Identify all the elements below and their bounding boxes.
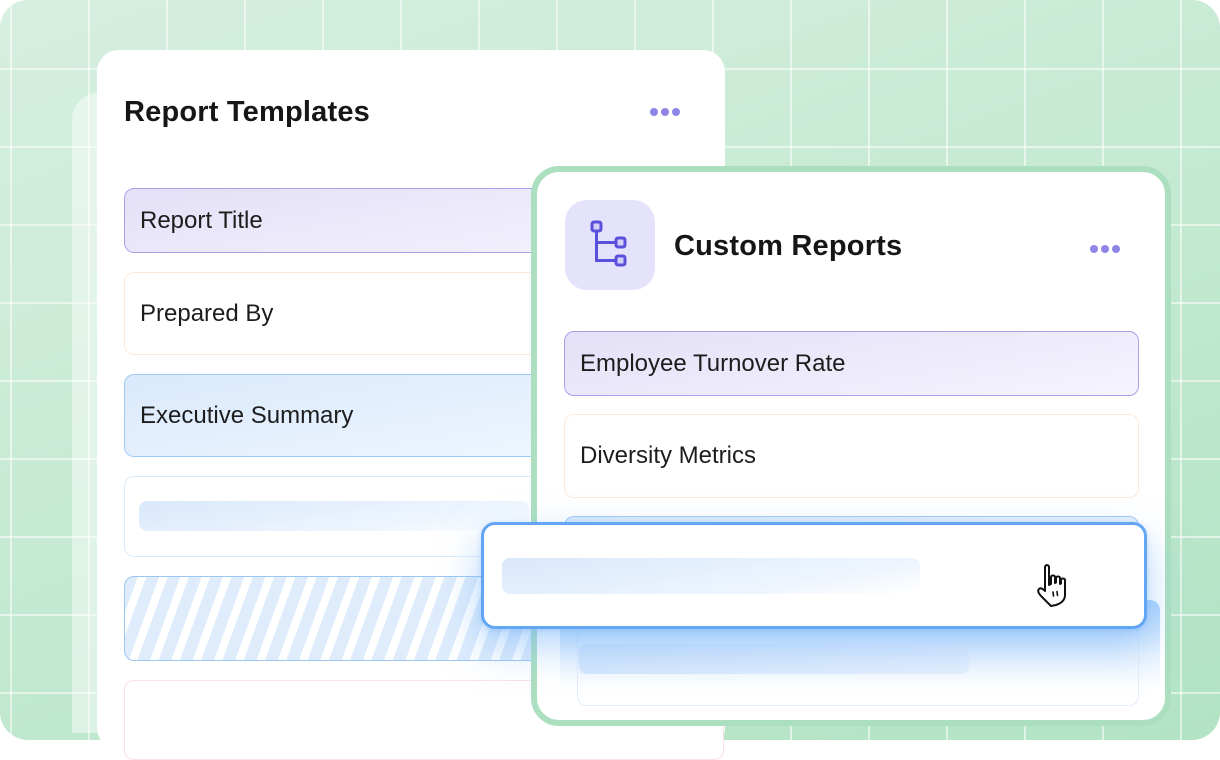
custom-field-diversity-metrics[interactable]: Diversity Metrics — [564, 414, 1139, 498]
field-label: Report Title — [140, 206, 263, 234]
hand-pointer-icon — [1037, 564, 1066, 607]
more-horizontal-icon[interactable] — [650, 108, 680, 116]
dragged-report-item[interactable] — [481, 522, 1147, 629]
skeleton-bar — [502, 558, 920, 594]
custom-reports-title: Custom Reports — [674, 230, 903, 262]
more-horizontal-icon[interactable] — [1090, 245, 1120, 253]
custom-field-employee-turnover[interactable]: Employee Turnover Rate — [564, 331, 1139, 396]
skeleton-bar — [139, 501, 529, 531]
field-label: Diversity Metrics — [580, 442, 757, 469]
custom-reports-icon-box — [565, 200, 655, 290]
report-templates-title: Report Templates — [124, 96, 370, 128]
field-label: Prepared By — [140, 299, 274, 327]
field-label: Executive Summary — [140, 401, 354, 429]
field-label: Employee Turnover Rate — [580, 349, 846, 377]
skeleton-bar — [579, 644, 969, 674]
tree-structure-icon — [590, 220, 627, 267]
